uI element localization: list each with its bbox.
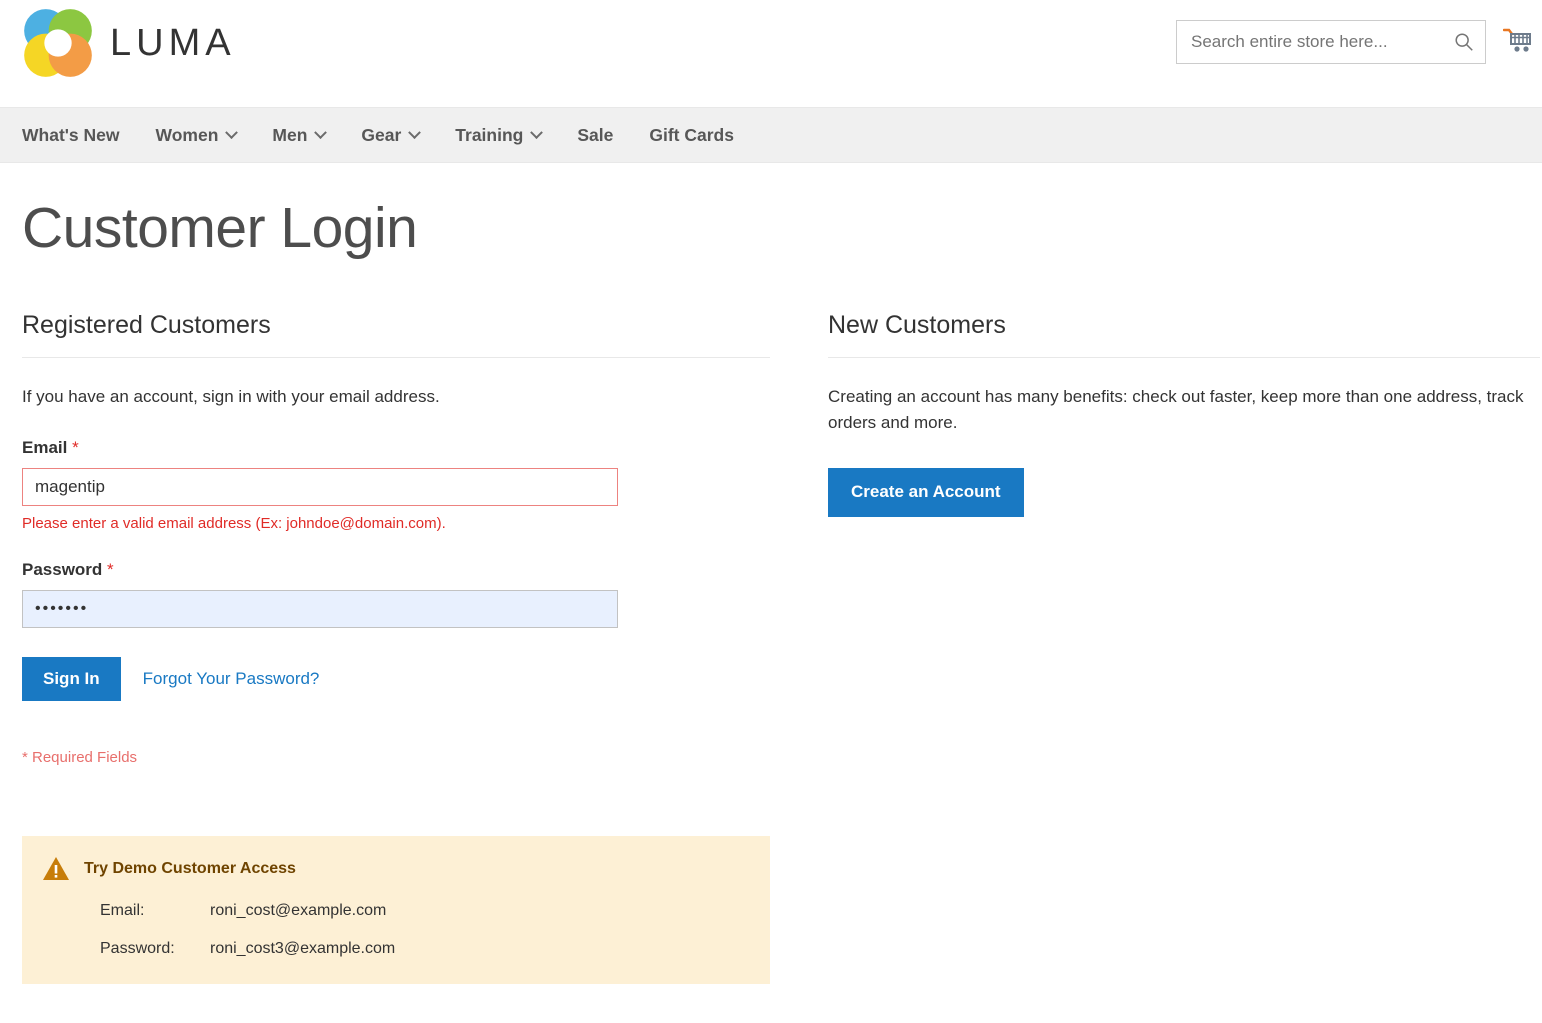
nav-item-gear[interactable]: Gear — [361, 125, 419, 146]
nav-item-women[interactable]: Women — [156, 125, 237, 146]
email-error-message: Please enter a valid email address (Ex: … — [22, 515, 770, 532]
demo-customer-access-box: Try Demo Customer Access Email: roni_cos… — [22, 836, 770, 984]
main-navigation: What's New Women Men Gear Training Sale … — [0, 107, 1542, 163]
search-box[interactable] — [1176, 20, 1486, 64]
nav-item-label: Sale — [577, 125, 613, 146]
chevron-down-icon — [315, 126, 328, 139]
password-label-text: Password — [22, 560, 102, 579]
email-field-group: Email * Please enter a valid email addre… — [22, 438, 770, 532]
registered-customers-description: If you have an account, sign in with you… — [22, 384, 770, 410]
nav-item-men[interactable]: Men — [272, 125, 325, 146]
email-label-text: Email — [22, 438, 67, 457]
site-header: LUMA — [0, 0, 1542, 107]
sign-in-button[interactable]: Sign In — [22, 657, 121, 701]
logo-wordmark: LUMA — [110, 22, 236, 65]
new-customers-heading: New Customers — [828, 310, 1540, 340]
site-logo[interactable]: LUMA — [22, 7, 236, 79]
nav-item-label: Men — [272, 125, 307, 146]
required-asterisk: * — [72, 438, 79, 457]
nav-item-label: Training — [455, 125, 523, 146]
section-divider — [22, 357, 770, 358]
demo-password-value: roni_cost3@example.com — [210, 940, 395, 958]
demo-email-value: roni_cost@example.com — [210, 902, 386, 920]
nav-item-label: What's New — [22, 125, 120, 146]
page-title: Customer Login — [22, 197, 1542, 260]
warning-triangle-icon — [42, 856, 70, 882]
required-fields-note: * Required Fields — [22, 749, 770, 766]
nav-item-training[interactable]: Training — [455, 125, 541, 146]
luma-four-circles-logo-icon — [22, 7, 94, 79]
new-customers-block: New Customers Creating an account has ma… — [828, 310, 1540, 984]
password-field-group: Password * — [22, 560, 770, 628]
password-input[interactable] — [22, 590, 618, 628]
demo-password-row: Password: roni_cost3@example.com — [42, 940, 744, 958]
forgot-password-link[interactable]: Forgot Your Password? — [143, 669, 320, 689]
search-icon[interactable] — [1453, 31, 1475, 53]
nav-item-label: Gift Cards — [649, 125, 734, 146]
search-input[interactable] — [1177, 21, 1485, 63]
login-actions: Sign In Forgot Your Password? — [22, 657, 770, 701]
demo-box-header: Try Demo Customer Access — [42, 856, 744, 882]
nav-item-label: Gear — [361, 125, 401, 146]
section-divider — [828, 357, 1540, 358]
email-label: Email * — [22, 438, 770, 458]
shopping-cart-icon — [1503, 28, 1533, 56]
chevron-down-icon — [408, 126, 421, 139]
demo-password-key: Password: — [100, 940, 210, 958]
password-label: Password * — [22, 560, 770, 580]
required-asterisk: * — [107, 560, 114, 579]
chevron-down-icon — [530, 126, 543, 139]
demo-email-row: Email: roni_cost@example.com — [42, 902, 744, 920]
registered-customers-heading: Registered Customers — [22, 310, 770, 340]
cart-button[interactable] — [1494, 20, 1542, 64]
demo-email-key: Email: — [100, 902, 210, 920]
nav-item-whats-new[interactable]: What's New — [22, 125, 120, 146]
nav-item-sale[interactable]: Sale — [577, 125, 613, 146]
email-input[interactable] — [22, 468, 618, 506]
nav-item-label: Women — [156, 125, 219, 146]
new-customers-description: Creating an account has many benefits: c… — [828, 384, 1540, 436]
login-columns: Registered Customers If you have an acco… — [0, 310, 1542, 984]
demo-box-title: Try Demo Customer Access — [84, 860, 296, 878]
nav-item-gift-cards[interactable]: Gift Cards — [649, 125, 734, 146]
create-account-button[interactable]: Create an Account — [828, 468, 1024, 516]
chevron-down-icon — [226, 126, 239, 139]
registered-customers-block: Registered Customers If you have an acco… — [22, 310, 770, 984]
header-right-tools — [1176, 20, 1542, 64]
